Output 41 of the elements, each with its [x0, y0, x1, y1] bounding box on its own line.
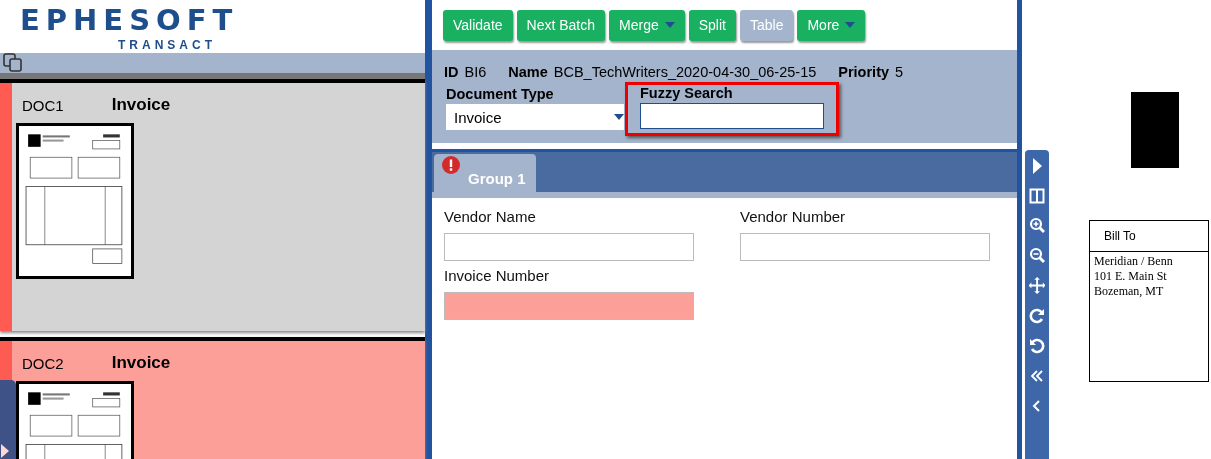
bill-to-heading: Bill To: [1090, 221, 1208, 252]
document-card[interactable]: DOC1 Invoice: [12, 83, 425, 331]
text-field[interactable]: [444, 292, 694, 320]
document-type-label: Document Type: [446, 86, 555, 102]
document-card[interactable]: DOC2 Invoice: [12, 341, 425, 459]
caret-icon: [614, 114, 624, 120]
logo-wordmark: EPHESOFT: [20, 3, 239, 37]
field-label: Invoice Number: [444, 267, 551, 284]
toolbar-button[interactable]: Next Batch: [516, 9, 606, 41]
fuzzy-search-field[interactable]: [640, 103, 824, 129]
text-field[interactable]: [740, 233, 990, 261]
address-line: Bozeman, MT: [1093, 284, 1165, 299]
play-icon: [0, 443, 10, 459]
dropdown-button[interactable]: More: [797, 9, 866, 41]
field-label: Vendor Number: [740, 208, 847, 225]
document-type: Invoice: [111, 95, 171, 115]
document-id: DOC1: [22, 96, 64, 114]
dropdown-button[interactable]: Merge: [609, 9, 685, 41]
address-line: Meridian / Benn: [1093, 254, 1174, 269]
document-type-dropdown[interactable]: Invoice: [446, 104, 624, 130]
priority-label: Priority: [838, 64, 890, 80]
caret-icon: [845, 22, 856, 28]
batch-name: BCB_TechWriters_2020-04-30_06-25-15: [553, 64, 817, 80]
field-label: Vendor Name: [444, 208, 537, 225]
fuzzy-search-label: Fuzzy Search: [640, 85, 734, 101]
text-field[interactable]: [444, 233, 694, 261]
batch-id: BI6: [464, 64, 487, 80]
address-line: 101 E. Main St: [1093, 269, 1168, 284]
document-type: Invoice: [111, 353, 171, 373]
caret-icon: [664, 22, 675, 28]
move-icon[interactable]: [1029, 275, 1045, 297]
toolbar-button[interactable]: Validate: [443, 9, 513, 41]
side-panel-tab[interactable]: [0, 380, 16, 459]
logo-subtitle: TRANSACT: [118, 37, 216, 53]
document-id: DOC2: [22, 354, 64, 372]
batch-id-label: ID: [444, 64, 459, 80]
invoice-thumbnail[interactable]: [16, 123, 134, 279]
group-tab[interactable]: Group 1: [434, 154, 536, 192]
batch-name-label: Name: [508, 64, 548, 80]
toolbar-button[interactable]: Split: [688, 9, 736, 41]
priority-value: 5: [895, 64, 904, 80]
